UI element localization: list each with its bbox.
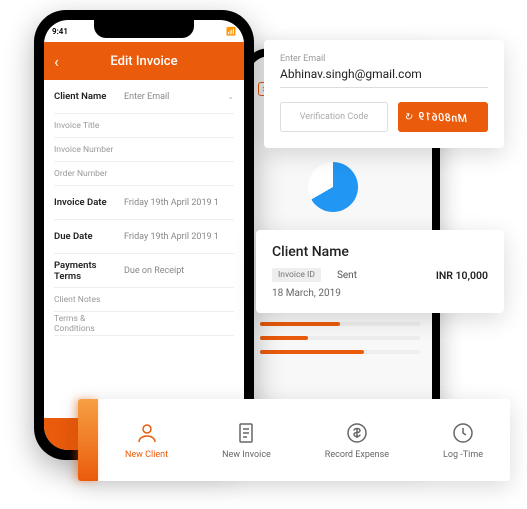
order-number-row[interactable]: Order Number [54, 162, 234, 186]
status-icons: 📶 [226, 27, 236, 36]
email-field[interactable]: Abhinav.singh@gmail.com [280, 67, 488, 88]
payments-terms-value: Due on Receipt [124, 266, 184, 276]
status-time: 9:41 [52, 27, 68, 36]
date-text: 18 March, 2019 [272, 288, 488, 299]
due-date-value: Friday 19th April 2019 1 [124, 232, 219, 242]
screen-header: ‹ Edit Invoice [44, 42, 244, 80]
action-bar: New Client New Invoice Record Expense Lo… [78, 399, 510, 481]
invoice-date-value: Friday 19th April 2019 1 [124, 198, 219, 208]
back-icon[interactable]: ‹ [54, 52, 59, 71]
page-title: Edit Invoice [110, 54, 177, 69]
amount-text: INR 10,000 [436, 269, 488, 282]
invoice-id-badge: Invoice ID [272, 268, 321, 282]
captcha-text: Mn80619 [418, 109, 468, 125]
verification-code-input[interactable]: Verification Code [280, 102, 388, 132]
new-invoice-button[interactable]: New Invoice [222, 421, 271, 460]
email-label: Enter Email [280, 54, 488, 64]
client-name-value: Enter Email [124, 92, 169, 102]
invoice-icon [234, 421, 258, 445]
refresh-icon: ↻ [404, 112, 412, 123]
client-notes-row[interactable]: Client Notes [54, 288, 234, 312]
client-summary-card: Client Name Invoice ID Sent INR 10,000 1… [256, 230, 504, 313]
due-date-row[interactable]: Due Date Friday 19th April 2019 1 [54, 220, 234, 254]
progress-bars [248, 322, 432, 354]
status-text: Sent [337, 270, 357, 281]
accent-bar [78, 399, 98, 481]
person-icon [135, 421, 159, 445]
invoice-date-label: Invoice Date [54, 197, 124, 208]
terms-row[interactable]: Terms & Conditions [54, 312, 234, 336]
client-name-heading: Client Name [272, 244, 488, 260]
pie-chart [308, 162, 358, 212]
new-client-button[interactable]: New Client [125, 421, 168, 460]
dollar-icon [345, 421, 369, 445]
phone-primary-screen: 9:41 📶 ‹ Edit Invoice Client Name Enter … [44, 20, 244, 450]
payments-terms-row[interactable]: Payments Terms Due on Receipt [54, 254, 234, 288]
invoice-title-row[interactable]: Invoice Title [54, 114, 234, 138]
chevron-down-icon: ⌄ [227, 92, 234, 101]
phone-primary: 9:41 📶 ‹ Edit Invoice Client Name Enter … [34, 10, 254, 460]
log-time-button[interactable]: Log -Time [443, 421, 483, 460]
due-date-label: Due Date [54, 231, 124, 242]
notch-icon [94, 20, 194, 38]
record-expense-button[interactable]: Record Expense [325, 421, 389, 460]
payments-terms-label: Payments Terms [54, 260, 124, 282]
invoice-form: Client Name Enter Email ⌄ Invoice Title I… [44, 80, 244, 336]
client-name-row[interactable]: Client Name Enter Email ⌄ [54, 80, 234, 114]
client-name-label: Client Name [54, 91, 124, 102]
invoice-date-row[interactable]: Invoice Date Friday 19th April 2019 1 [54, 186, 234, 220]
email-verification-card: Enter Email Abhinav.singh@gmail.com Veri… [264, 40, 504, 148]
clock-icon [451, 421, 475, 445]
captcha-button[interactable]: ↻ Mn80619 [398, 102, 488, 132]
invoice-number-row[interactable]: Invoice Number [54, 138, 234, 162]
